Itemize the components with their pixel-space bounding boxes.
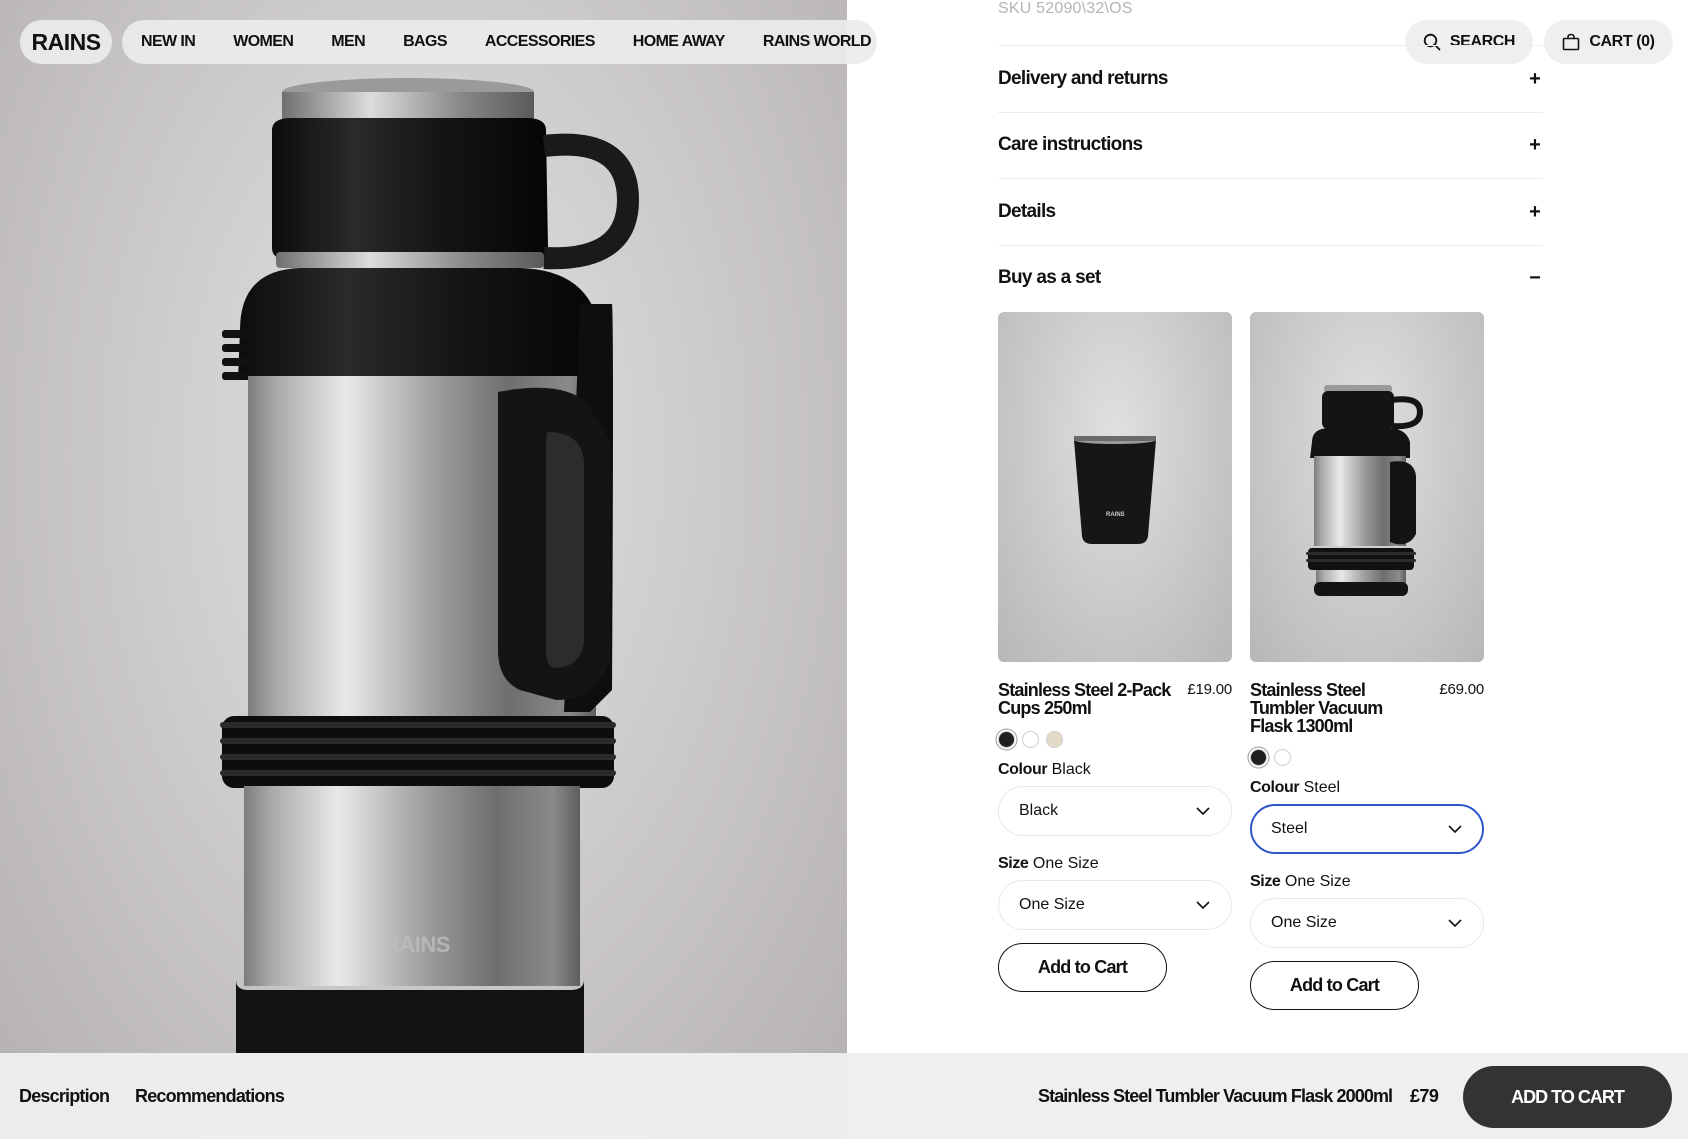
nav-item-new-in[interactable]: NEW IN bbox=[141, 33, 196, 51]
accordion-title: Delivery and returns bbox=[998, 68, 1168, 89]
size-label-value: One Size bbox=[1032, 855, 1099, 872]
swatch-black[interactable] bbox=[998, 731, 1015, 748]
set-product-name[interactable]: Stainless Steel 2-Pack Cups 250ml bbox=[998, 681, 1176, 717]
accordion-care-instructions[interactable]: Care instructions + bbox=[998, 125, 1543, 165]
brand-logo[interactable]: RAINS bbox=[20, 20, 112, 64]
main-navigation: NEW IN WOMEN MEN BAGS ACCESSORIES HOME A… bbox=[122, 20, 877, 64]
flask-illustration bbox=[220, 78, 640, 1053]
size-select[interactable]: One Size bbox=[998, 880, 1232, 930]
colour-select[interactable]: Steel bbox=[1250, 804, 1484, 854]
sticky-add-to-cart-button[interactable]: ADD TO CART bbox=[1463, 1066, 1672, 1128]
tab-recommendations[interactable]: Recommendations bbox=[135, 1086, 285, 1107]
collapse-icon: − bbox=[1529, 266, 1541, 289]
accordion-title: Details bbox=[998, 201, 1056, 222]
swatch-white[interactable] bbox=[1022, 731, 1039, 748]
bag-icon bbox=[1562, 33, 1580, 51]
cart-label: CART (0) bbox=[1589, 33, 1655, 50]
chevron-down-icon bbox=[1195, 806, 1211, 816]
divider bbox=[998, 45, 1543, 46]
divider bbox=[998, 112, 1543, 113]
logo-text: RAINS bbox=[31, 28, 101, 55]
colour-label: Colour Steel bbox=[1250, 779, 1484, 797]
chevron-down-icon bbox=[1447, 918, 1463, 928]
size-select[interactable]: One Size bbox=[1250, 898, 1484, 948]
accordion-title: Care instructions bbox=[998, 134, 1143, 155]
add-to-cart-button[interactable]: Add to Cart bbox=[998, 943, 1167, 992]
nav-item-women[interactable]: WOMEN bbox=[233, 33, 294, 51]
accordion-title: Buy as a set bbox=[998, 267, 1101, 288]
chevron-down-icon bbox=[1447, 824, 1463, 834]
divider bbox=[998, 178, 1543, 179]
product-thumbnail[interactable]: RAINS bbox=[998, 312, 1232, 662]
colour-label-value: Steel bbox=[1303, 779, 1341, 796]
select-value: Black bbox=[1019, 802, 1059, 819]
swatch-white[interactable] bbox=[1274, 749, 1291, 766]
sticky-product-name: Stainless Steel Tumbler Vacuum Flask 200… bbox=[1038, 1086, 1393, 1106]
size-label-key: Size bbox=[998, 855, 1029, 872]
select-value: One Size bbox=[1271, 914, 1337, 931]
size-label-key: Size bbox=[1250, 873, 1281, 890]
size-label: Size One Size bbox=[998, 855, 1232, 873]
search-button[interactable]: SEARCH bbox=[1405, 20, 1533, 64]
size-label: Size One Size bbox=[1250, 873, 1484, 891]
product-thumbnail[interactable] bbox=[1250, 312, 1484, 662]
search-label: SEARCH bbox=[1449, 33, 1516, 50]
colour-swatches bbox=[1250, 749, 1484, 766]
select-value: One Size bbox=[1019, 896, 1085, 913]
cart-button[interactable]: CART (0) bbox=[1544, 20, 1673, 64]
expand-icon: + bbox=[1529, 133, 1541, 156]
product-hero-image: RAINS bbox=[0, 0, 847, 1139]
expand-icon: + bbox=[1529, 67, 1541, 90]
set-product-card: RAINS Stainless Steel 2-Pack Cups 250ml … bbox=[998, 312, 1232, 992]
flask-thumbnail-illustration bbox=[1306, 385, 1424, 596]
colour-swatches bbox=[998, 731, 1232, 748]
colour-label-value: Black bbox=[1051, 761, 1091, 778]
expand-icon: + bbox=[1529, 200, 1541, 223]
set-product-name[interactable]: Stainless Steel Tumbler Vacuum Flask 130… bbox=[1250, 681, 1428, 735]
size-label-value: One Size bbox=[1284, 873, 1351, 890]
sticky-product-price: £79 bbox=[1410, 1086, 1439, 1106]
accordion-details[interactable]: Details + bbox=[998, 192, 1543, 232]
product-sku: SKU 52090\32\OS bbox=[998, 0, 1133, 17]
nav-item-men[interactable]: MEN bbox=[331, 33, 365, 51]
select-value: Steel bbox=[1271, 820, 1308, 837]
chevron-down-icon bbox=[1195, 900, 1211, 910]
tab-description[interactable]: Description bbox=[19, 1086, 110, 1107]
accordion-buy-as-a-set[interactable]: Buy as a set − bbox=[998, 258, 1543, 298]
accordion-delivery-returns[interactable]: Delivery and returns + bbox=[998, 59, 1543, 99]
nav-item-home-away[interactable]: HOME AWAY bbox=[633, 33, 726, 51]
hero-embossed-logo: RAINS bbox=[384, 932, 450, 957]
thumb-logo: RAINS bbox=[1106, 512, 1125, 518]
nav-item-bags[interactable]: BAGS bbox=[403, 33, 447, 51]
search-icon bbox=[1423, 33, 1441, 51]
colour-label-key: Colour bbox=[1250, 779, 1300, 796]
cup-illustration bbox=[1074, 436, 1156, 544]
set-product-price: £19.00 bbox=[1187, 681, 1232, 698]
swatch-sand[interactable] bbox=[1046, 731, 1063, 748]
colour-select[interactable]: Black bbox=[998, 786, 1232, 836]
nav-item-rains-world[interactable]: RAINS WORLD bbox=[763, 33, 872, 51]
set-product-price: £69.00 bbox=[1439, 681, 1484, 698]
colour-label-key: Colour bbox=[998, 761, 1048, 778]
swatch-black[interactable] bbox=[1250, 749, 1267, 766]
set-product-card: Stainless Steel Tumbler Vacuum Flask 130… bbox=[1250, 312, 1484, 1010]
nav-item-accessories[interactable]: ACCESSORIES bbox=[485, 33, 595, 51]
colour-label: Colour Black bbox=[998, 761, 1232, 779]
add-to-cart-button[interactable]: Add to Cart bbox=[1250, 961, 1419, 1010]
divider bbox=[998, 245, 1543, 246]
